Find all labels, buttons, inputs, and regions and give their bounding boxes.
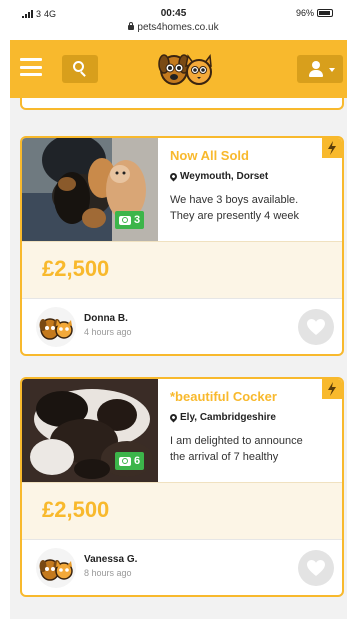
hamburger-menu-icon[interactable] (20, 58, 42, 76)
description-line-1: We have 3 boys available. (170, 194, 299, 206)
photo-count-badge: 6 (115, 452, 145, 470)
seller-row: Vanessa G. 8 hours ago (22, 540, 342, 595)
lock-icon (128, 22, 135, 30)
avatar[interactable] (36, 307, 76, 347)
user-icon (312, 61, 320, 69)
user-icon-body (309, 70, 323, 77)
url-text: pets4homes.co.uk (137, 22, 219, 33)
search-button[interactable] (62, 55, 98, 83)
avatar[interactable] (36, 548, 76, 588)
camera-icon (119, 215, 131, 225)
location-pin-icon (170, 171, 179, 182)
price-area: £2,500 (22, 241, 342, 299)
listing-title[interactable]: Now All Sold (170, 148, 342, 163)
chevron-down-icon (329, 68, 335, 72)
listing-card[interactable]: 3 Now All Sold Weymouth, Dorset We have … (20, 136, 344, 356)
site-header (10, 40, 347, 98)
previous-listing-card[interactable] (20, 98, 344, 110)
listing-location: Weymouth, Dorset (170, 171, 342, 182)
location-text: Ely, Cambridgeshire (180, 412, 276, 423)
location-pin-icon (170, 412, 179, 423)
account-button[interactable] (297, 55, 343, 83)
listing-photo[interactable]: 6 (22, 379, 158, 482)
camera-icon (119, 456, 131, 466)
search-icon (73, 61, 84, 72)
listing-price: £2,500 (42, 256, 110, 281)
price-area: £2,500 (22, 482, 342, 540)
listing-title[interactable]: *beautiful Cocker (170, 389, 342, 404)
battery-icon (317, 9, 333, 17)
status-right: 96% (296, 8, 333, 18)
listing-photo[interactable]: 3 (22, 138, 158, 241)
listing-description: We have 3 boys available. They are prese… (170, 192, 342, 224)
listing-info[interactable]: *beautiful Cocker Ely, Cambridgeshire I … (170, 389, 342, 482)
listing-card[interactable]: 6 *beautiful Cocker Ely, Cambridgeshire … (20, 377, 344, 597)
seller-time: 8 hours ago (84, 568, 132, 578)
listing-info[interactable]: Now All Sold Weymouth, Dorset We have 3 … (170, 148, 342, 241)
search-icon-handle (80, 71, 86, 77)
photo-count-badge: 3 (115, 211, 145, 229)
description-line-2: the arrival of 7 healthy (170, 451, 279, 463)
favourite-button[interactable] (298, 550, 334, 586)
pets4homes-logo-icon[interactable] (158, 50, 212, 88)
description-line-2: They are presently 4 week (170, 210, 300, 222)
address-bar[interactable]: pets4homes.co.uk (0, 22, 347, 33)
listing-location: Ely, Cambridgeshire (170, 412, 342, 423)
location-text: Weymouth, Dorset (180, 171, 269, 182)
photo-count: 3 (134, 214, 141, 226)
heart-icon (307, 319, 325, 335)
battery-percent: 96% (295, 8, 314, 18)
status-bar: 3 4G 00:45 96% pets4homes.co.uk (0, 0, 347, 40)
seller-name[interactable]: Vanessa G. (84, 554, 137, 565)
seller-row: Donna B. 4 hours ago (22, 299, 342, 354)
heart-icon (307, 560, 325, 576)
photo-count: 6 (134, 455, 141, 467)
description-line-1: I am delighted to announce (170, 435, 303, 447)
seller-name[interactable]: Donna B. (84, 313, 128, 324)
listing-price: £2,500 (42, 497, 110, 522)
status-time: 00:45 (160, 8, 187, 19)
favourite-button[interactable] (298, 309, 334, 345)
listing-description: I am delighted to announce the arrival o… (170, 433, 342, 465)
seller-time: 4 hours ago (84, 327, 132, 337)
listings-feed[interactable]: 3 Now All Sold Weymouth, Dorset We have … (10, 98, 347, 619)
